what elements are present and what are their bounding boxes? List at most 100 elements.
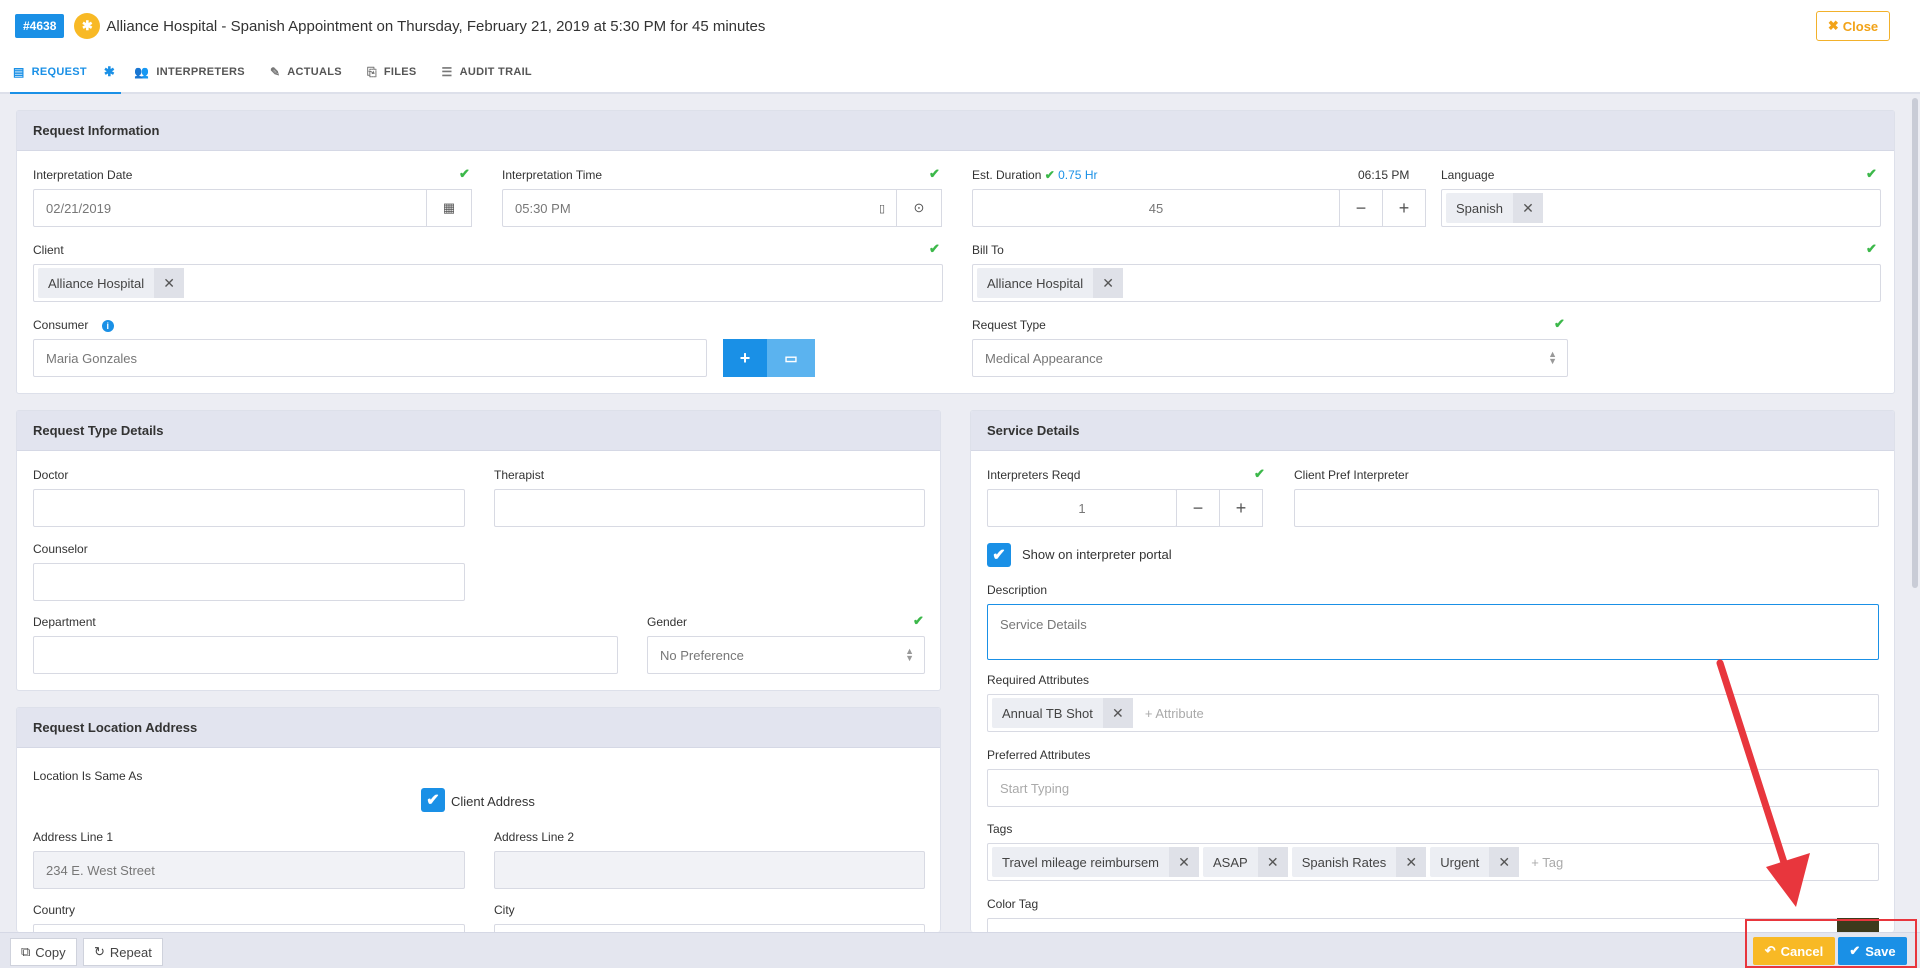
counselor-label: Counselor (33, 542, 88, 556)
client-field[interactable]: Alliance Hospital ✕ (33, 264, 943, 302)
decrement-button[interactable]: − (1339, 189, 1383, 227)
tag-chip: Alliance Hospital ✕ (977, 268, 1124, 298)
tag-label: Annual TB Shot (1002, 705, 1093, 721)
therapist-label: Therapist (494, 468, 545, 482)
tag-label: Spanish Rates (1301, 854, 1387, 870)
client-pref-interpreter-input[interactable] (1294, 489, 1879, 527)
star-icon: ✱ (74, 13, 101, 39)
address-line1-label: Address Line 1 (33, 830, 114, 844)
info-icon[interactable]: i (101, 320, 114, 332)
duration-hours: 0.75 Hr (1058, 168, 1098, 182)
description-textarea[interactable]: Service Details (987, 604, 1879, 660)
form-icon: ▤ (13, 65, 25, 79)
address-line2-input[interactable] (494, 851, 925, 889)
footer-bar: ⧉ Copy ↻ Repeat (0, 932, 1920, 968)
panel-heading: Request Information (17, 111, 1894, 151)
decrement-button[interactable]: − (1176, 489, 1220, 527)
country-input[interactable] (33, 924, 465, 932)
check-icon: ✔ (459, 166, 470, 181)
tab-label: REQUEST (31, 66, 87, 78)
gender-select[interactable]: No Preference ▲ ▼ (647, 636, 925, 674)
close-icon[interactable]: ✕ (1512, 193, 1543, 223)
check-icon: ✔ (929, 166, 940, 181)
color-tag-label: Color Tag (987, 897, 1039, 911)
interpretation-time-input[interactable]: 05:30 PM (502, 189, 914, 227)
close-icon[interactable]: ✕ (1396, 847, 1427, 877)
panel-heading: Request Location Address (17, 708, 940, 748)
required-attributes-label: Required Attributes (987, 673, 1090, 687)
country-label: Country (33, 903, 76, 917)
check-icon: ✔ (1866, 166, 1877, 181)
tab-label: FILES (383, 66, 417, 78)
description-label: Description (987, 583, 1048, 597)
department-input[interactable] (33, 636, 618, 674)
consumer-label-group: Consumer i (33, 318, 114, 332)
show-on-portal-checkbox[interactable]: ✔ (987, 543, 1011, 567)
therapist-input[interactable] (494, 489, 925, 527)
language-label: Language (1441, 168, 1495, 182)
close-icon[interactable]: ✕ (1093, 268, 1124, 298)
est-duration-label: Est. Duration (972, 168, 1042, 182)
close-icon[interactable]: ✕ (1169, 847, 1200, 877)
interpretation-date-label: Interpretation Date (33, 168, 133, 182)
request-number-badge: #4638 (15, 14, 65, 38)
request-type-details-panel: Request Type Details Doctor Therapist Co… (16, 410, 941, 691)
clock-icon[interactable]: ⊙ (896, 189, 942, 227)
id-card-icon[interactable]: ▭ (767, 339, 815, 377)
tab-audit-trail[interactable]: ☰ AUDIT TRAIL (439, 52, 544, 92)
request-type-select[interactable]: Medical Appearance ▲ ▼ (972, 339, 1568, 377)
check-icon: ✔ (1866, 241, 1877, 256)
calendar-icon[interactable]: ▦ (426, 189, 472, 227)
show-on-portal-label: Show on interpreter portal (1022, 547, 1172, 562)
keypad-icon[interactable]: ▯ (870, 189, 894, 227)
page-scrollbar[interactable] (1910, 94, 1920, 932)
tag-chip: Travel mileage reimbursem ✕ (992, 847, 1200, 877)
close-icon[interactable]: ✕ (1102, 698, 1133, 728)
city-input[interactable] (494, 924, 925, 932)
annotation-highlight-box (1745, 919, 1917, 968)
close-icon[interactable]: ✕ (154, 268, 185, 298)
consumer-input[interactable]: Maria Gonzales (33, 339, 707, 377)
close-button[interactable]: ✖ Close (1816, 11, 1890, 41)
tag-label: Travel mileage reimbursem (1002, 854, 1160, 870)
repeat-label: Repeat (109, 944, 152, 960)
duration-input[interactable]: 45 (972, 189, 1340, 227)
tag-label: Urgent (1440, 854, 1480, 870)
tab-files[interactable]: ⎘ FILES (364, 52, 429, 92)
scrollbar-thumb[interactable] (1912, 98, 1918, 588)
client-address-checkbox[interactable]: ✔ (421, 788, 445, 812)
tab-label: ACTUALS (287, 66, 342, 78)
check-icon: ✔ (913, 613, 924, 628)
tab-label: AUDIT TRAIL (459, 66, 532, 78)
check-icon: ✔ (1044, 168, 1055, 182)
check-icon: ✔ (929, 241, 940, 256)
tag-label: Spanish (1456, 200, 1503, 216)
department-label: Department (33, 615, 96, 629)
interpretation-date-input[interactable]: 02/21/2019 (33, 189, 443, 227)
tab-interpreters[interactable]: 👥 INTERPRETERS (131, 52, 257, 92)
copy-button[interactable]: ⧉ Copy (10, 938, 77, 966)
increment-button[interactable]: + (1382, 189, 1426, 227)
bill-to-field[interactable]: Alliance Hospital ✕ (972, 264, 1881, 302)
tag-label: Alliance Hospital (987, 275, 1084, 291)
increment-button[interactable]: + (1219, 489, 1263, 527)
repeat-button[interactable]: ↻ Repeat (83, 938, 163, 966)
tags-label: Tags (987, 822, 1013, 836)
tab-actuals[interactable]: ✎ ACTUALS (267, 52, 354, 92)
add-consumer-button[interactable]: + (723, 339, 767, 377)
request-type-value: Medical Appearance (985, 350, 1103, 366)
close-icon[interactable]: ✕ (1257, 847, 1288, 877)
doctor-label: Doctor (33, 468, 69, 482)
counselor-input[interactable] (33, 563, 465, 601)
request-information-panel: Request Information Interpretation Date … (16, 110, 1895, 394)
users-icon: 👥 (134, 65, 150, 79)
tab-request[interactable]: ▤ REQUEST ✱ (10, 52, 122, 94)
interpreters-reqd-input[interactable]: 1 (987, 489, 1177, 527)
edit-icon: ✎ (269, 65, 281, 79)
panel-heading: Service Details (971, 411, 1894, 451)
doctor-input[interactable] (33, 489, 465, 527)
check-icon: ✔ (1254, 466, 1265, 481)
language-field[interactable]: Spanish ✕ (1441, 189, 1881, 227)
close-icon[interactable]: ✕ (1489, 847, 1520, 877)
address-line1-input[interactable]: 234 E. West Street (33, 851, 465, 889)
